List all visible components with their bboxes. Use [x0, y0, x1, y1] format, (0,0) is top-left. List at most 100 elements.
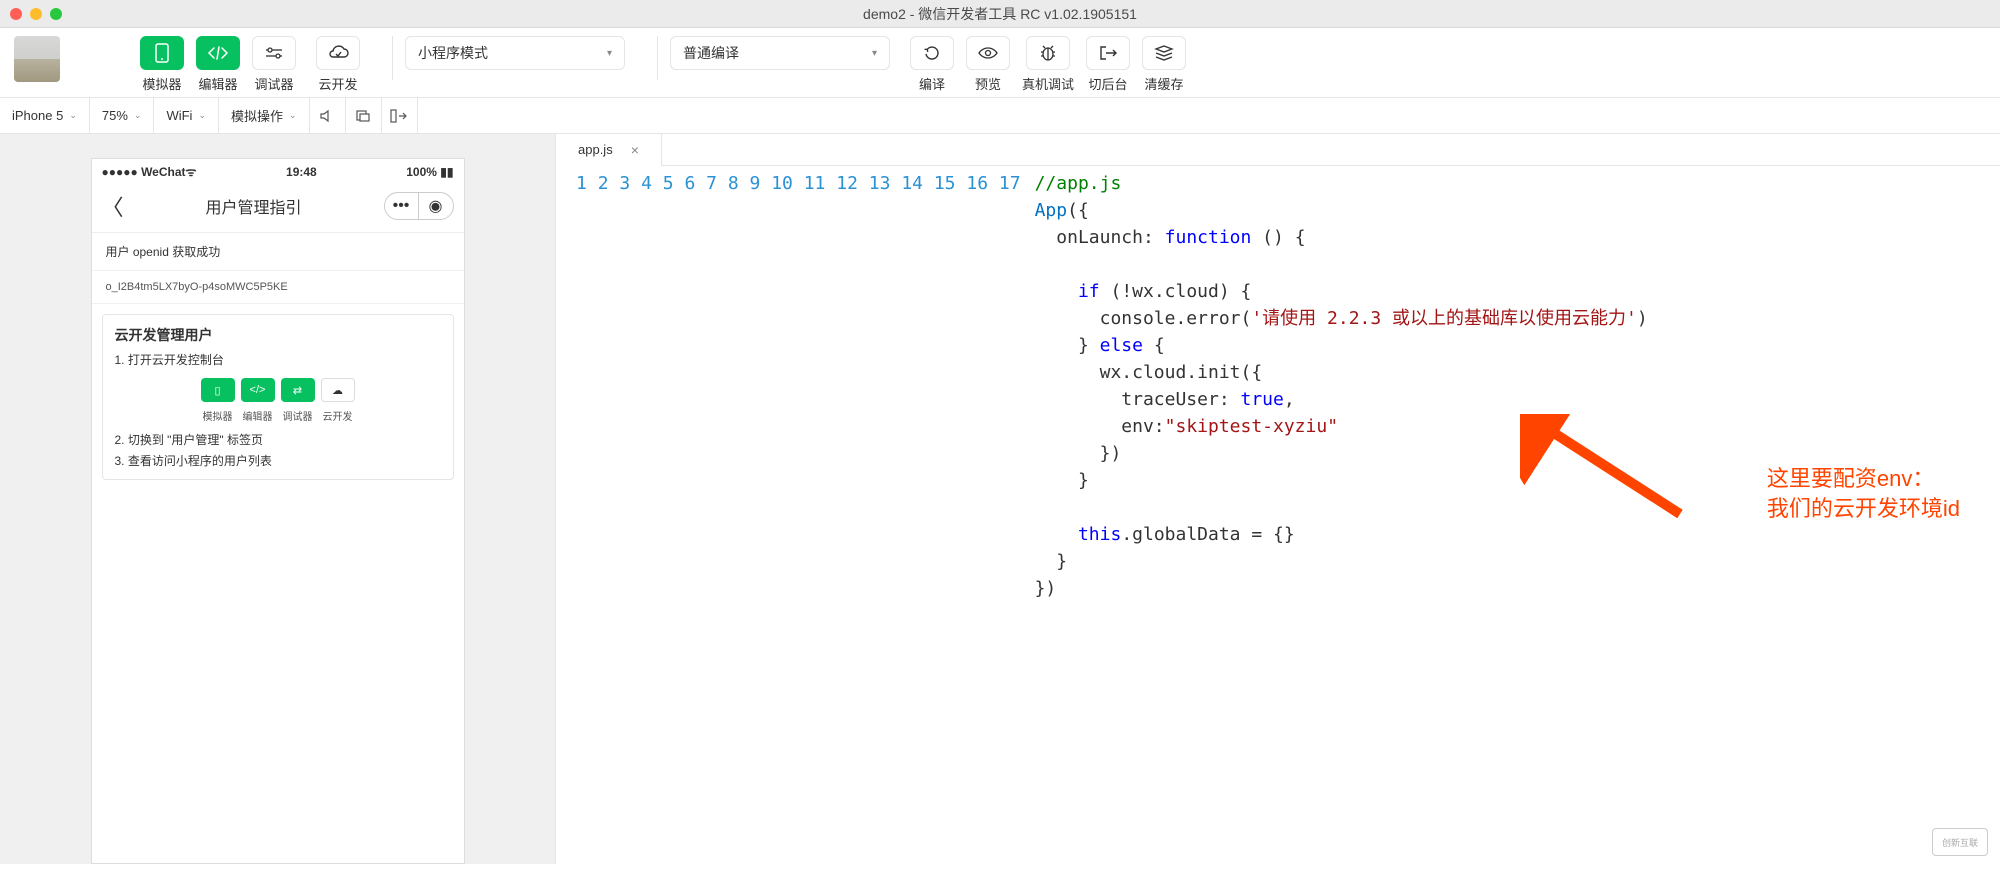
- chevron-down-icon: ⌄: [289, 110, 297, 121]
- chevron-down-icon: ▾: [607, 48, 612, 59]
- chevron-down-icon: ⌄: [134, 110, 142, 121]
- mode-select[interactable]: 小程序模式 ▾: [405, 36, 625, 70]
- zoom-value: 75%: [102, 108, 128, 123]
- chevron-down-icon: ⌄: [69, 110, 77, 121]
- file-tabs: app.js ×: [556, 134, 2000, 166]
- mini-cloud-label: 云开发: [321, 408, 355, 423]
- annotation-text: 这里要配资env： 我们的云开发环境id: [1767, 464, 1960, 524]
- close-window-button[interactable]: [10, 8, 22, 20]
- compile-select[interactable]: 普通编译 ▾: [670, 36, 890, 70]
- cloud-dev-button[interactable]: 云开发: [316, 36, 360, 93]
- view-group: 模拟器 编辑器 调试器: [140, 36, 296, 93]
- file-tab-appjs[interactable]: app.js ×: [556, 134, 662, 166]
- device-value: iPhone 5: [12, 108, 63, 123]
- network-select[interactable]: WiFi ⌄: [154, 98, 219, 134]
- debugger-button[interactable]: 调试器: [252, 36, 296, 93]
- close-tab-icon[interactable]: ×: [631, 142, 639, 158]
- simulator-label: 模拟器: [142, 74, 181, 93]
- compile-select-value: 普通编译: [683, 43, 739, 63]
- titlebar: demo2 - 微信开发者工具 RC v1.02.1905151: [0, 0, 2000, 28]
- toolbar-separator: [392, 36, 393, 80]
- cloud-label: 云开发: [318, 74, 357, 93]
- zoom-select[interactable]: 75% ⌄: [90, 98, 155, 134]
- bug-icon: [1026, 36, 1070, 70]
- maximize-window-button[interactable]: [50, 8, 62, 20]
- phone-status-bar: ●●●●● WeChatᯤ 19:48 100% ▮▮: [92, 159, 464, 184]
- guide-step-2: 2. 切换到 "用户管理" 标签页: [115, 431, 441, 448]
- annotation-line-2: 我们的云开发环境id: [1767, 494, 1960, 524]
- battery-text: 100% ▮▮: [406, 165, 453, 179]
- cloud-icon: ☁: [321, 378, 355, 402]
- refresh-icon: [910, 36, 954, 70]
- background-label: 切后台: [1089, 74, 1128, 93]
- card-title: 云开发管理用户: [115, 325, 441, 345]
- window-icon: [355, 109, 371, 123]
- settings-icon: ⇄: [281, 378, 315, 402]
- detach-button[interactable]: [346, 98, 382, 134]
- mini-sim-label: 模拟器: [201, 408, 235, 423]
- main-area: ●●●●● WeChatᯤ 19:48 100% ▮▮ 〈 用户管理指引 •••…: [0, 134, 2000, 864]
- editor-label: 编辑器: [198, 74, 237, 93]
- collapse-icon: [390, 109, 408, 123]
- close-mp-button[interactable]: ◉: [419, 193, 453, 219]
- watermark: 创新互联: [1932, 828, 1988, 856]
- mode-select-value: 小程序模式: [418, 43, 488, 63]
- minimize-window-button[interactable]: [30, 8, 42, 20]
- background-button[interactable]: 切后台: [1086, 36, 1130, 93]
- project-avatar[interactable]: [14, 36, 60, 82]
- phone-navbar: 〈 用户管理指引 ••• ◉: [92, 184, 464, 233]
- time-text: 19:48: [286, 165, 317, 179]
- carrier-text: ●●●●● WeChat: [102, 165, 186, 179]
- mini-toolbar-image: ▯ </> ⇄ ☁: [115, 378, 441, 402]
- code-lines: //app.js App({ onLaunch: function () { i…: [1035, 170, 1648, 602]
- clear-cache-button[interactable]: 清缓存: [1142, 36, 1186, 93]
- phone-icon: ▯: [201, 378, 235, 402]
- cloud-icon: [316, 36, 360, 70]
- mini-labels: 模拟器 编辑器 调试器 云开发: [115, 408, 441, 423]
- main-toolbar: 模拟器 编辑器 调试器 云开发 小程序模式 ▾ 普通编译 ▾: [0, 28, 2000, 98]
- phone-frame: ●●●●● WeChatᯤ 19:48 100% ▮▮ 〈 用户管理指引 •••…: [91, 158, 465, 864]
- page-title: 用户管理指引: [206, 194, 302, 218]
- clear-cache-label: 清缓存: [1145, 74, 1184, 93]
- compile-label: 编译: [919, 74, 945, 93]
- device-select[interactable]: iPhone 5 ⌄: [0, 98, 90, 134]
- debugger-label: 调试器: [254, 74, 293, 93]
- file-tab-label: app.js: [578, 142, 613, 157]
- toolbar-separator: [657, 36, 658, 80]
- mock-value: 模拟操作: [231, 106, 283, 125]
- wifi-icon: ᯤ: [186, 165, 197, 179]
- guide-step-1: 1. 打开云开发控制台: [115, 351, 441, 368]
- action-group: 编译 预览 真机调试 切后台 清缓存: [910, 36, 1186, 93]
- compile-button[interactable]: 编译: [910, 36, 954, 93]
- editor-pane: app.js × 1 2 3 4 5 6 7 8 9 10 11 12 13 1…: [555, 134, 2000, 864]
- cloud-group: 云开发: [316, 36, 360, 93]
- remote-debug-button[interactable]: 真机调试: [1022, 36, 1074, 93]
- code-icon: [196, 36, 240, 70]
- simulator-pane: ●●●●● WeChatᯤ 19:48 100% ▮▮ 〈 用户管理指引 •••…: [0, 134, 555, 864]
- mock-select[interactable]: 模拟操作 ⌄: [219, 98, 310, 134]
- remote-debug-label: 真机调试: [1022, 74, 1074, 93]
- chevron-down-icon: ⌄: [198, 110, 206, 121]
- menu-button[interactable]: •••: [385, 193, 419, 219]
- openid-status: 用户 openid 获取成功: [92, 233, 464, 271]
- sound-icon: [319, 109, 335, 123]
- guide-card: 云开发管理用户 1. 打开云开发控制台 ▯ </> ⇄ ☁ 模拟器 编辑器 调试…: [102, 314, 454, 480]
- eye-icon: [966, 36, 1010, 70]
- openid-value: o_I2B4tm5LX7byO-p4soMWC5P5KE: [92, 271, 464, 304]
- simulator-button[interactable]: 模拟器: [140, 36, 184, 93]
- mini-ed-label: 编辑器: [241, 408, 275, 423]
- simulator-toolbar: iPhone 5 ⌄ 75% ⌄ WiFi ⌄ 模拟操作 ⌄: [0, 98, 2000, 134]
- line-gutter: 1 2 3 4 5 6 7 8 9 10 11 12 13 14 15 16 1…: [556, 170, 1035, 602]
- chevron-down-icon: ▾: [872, 48, 877, 59]
- exit-icon: [1086, 36, 1130, 70]
- mute-button[interactable]: [310, 98, 346, 134]
- settings-icon: [252, 36, 296, 70]
- mini-dbg-label: 调试器: [281, 408, 315, 423]
- editor-button[interactable]: 编辑器: [196, 36, 240, 93]
- window-controls: [10, 8, 62, 20]
- collapse-button[interactable]: [382, 98, 418, 134]
- preview-button[interactable]: 预览: [966, 36, 1010, 93]
- back-button[interactable]: 〈: [102, 190, 124, 222]
- network-value: WiFi: [166, 108, 192, 123]
- code-editor[interactable]: 1 2 3 4 5 6 7 8 9 10 11 12 13 14 15 16 1…: [556, 166, 2000, 602]
